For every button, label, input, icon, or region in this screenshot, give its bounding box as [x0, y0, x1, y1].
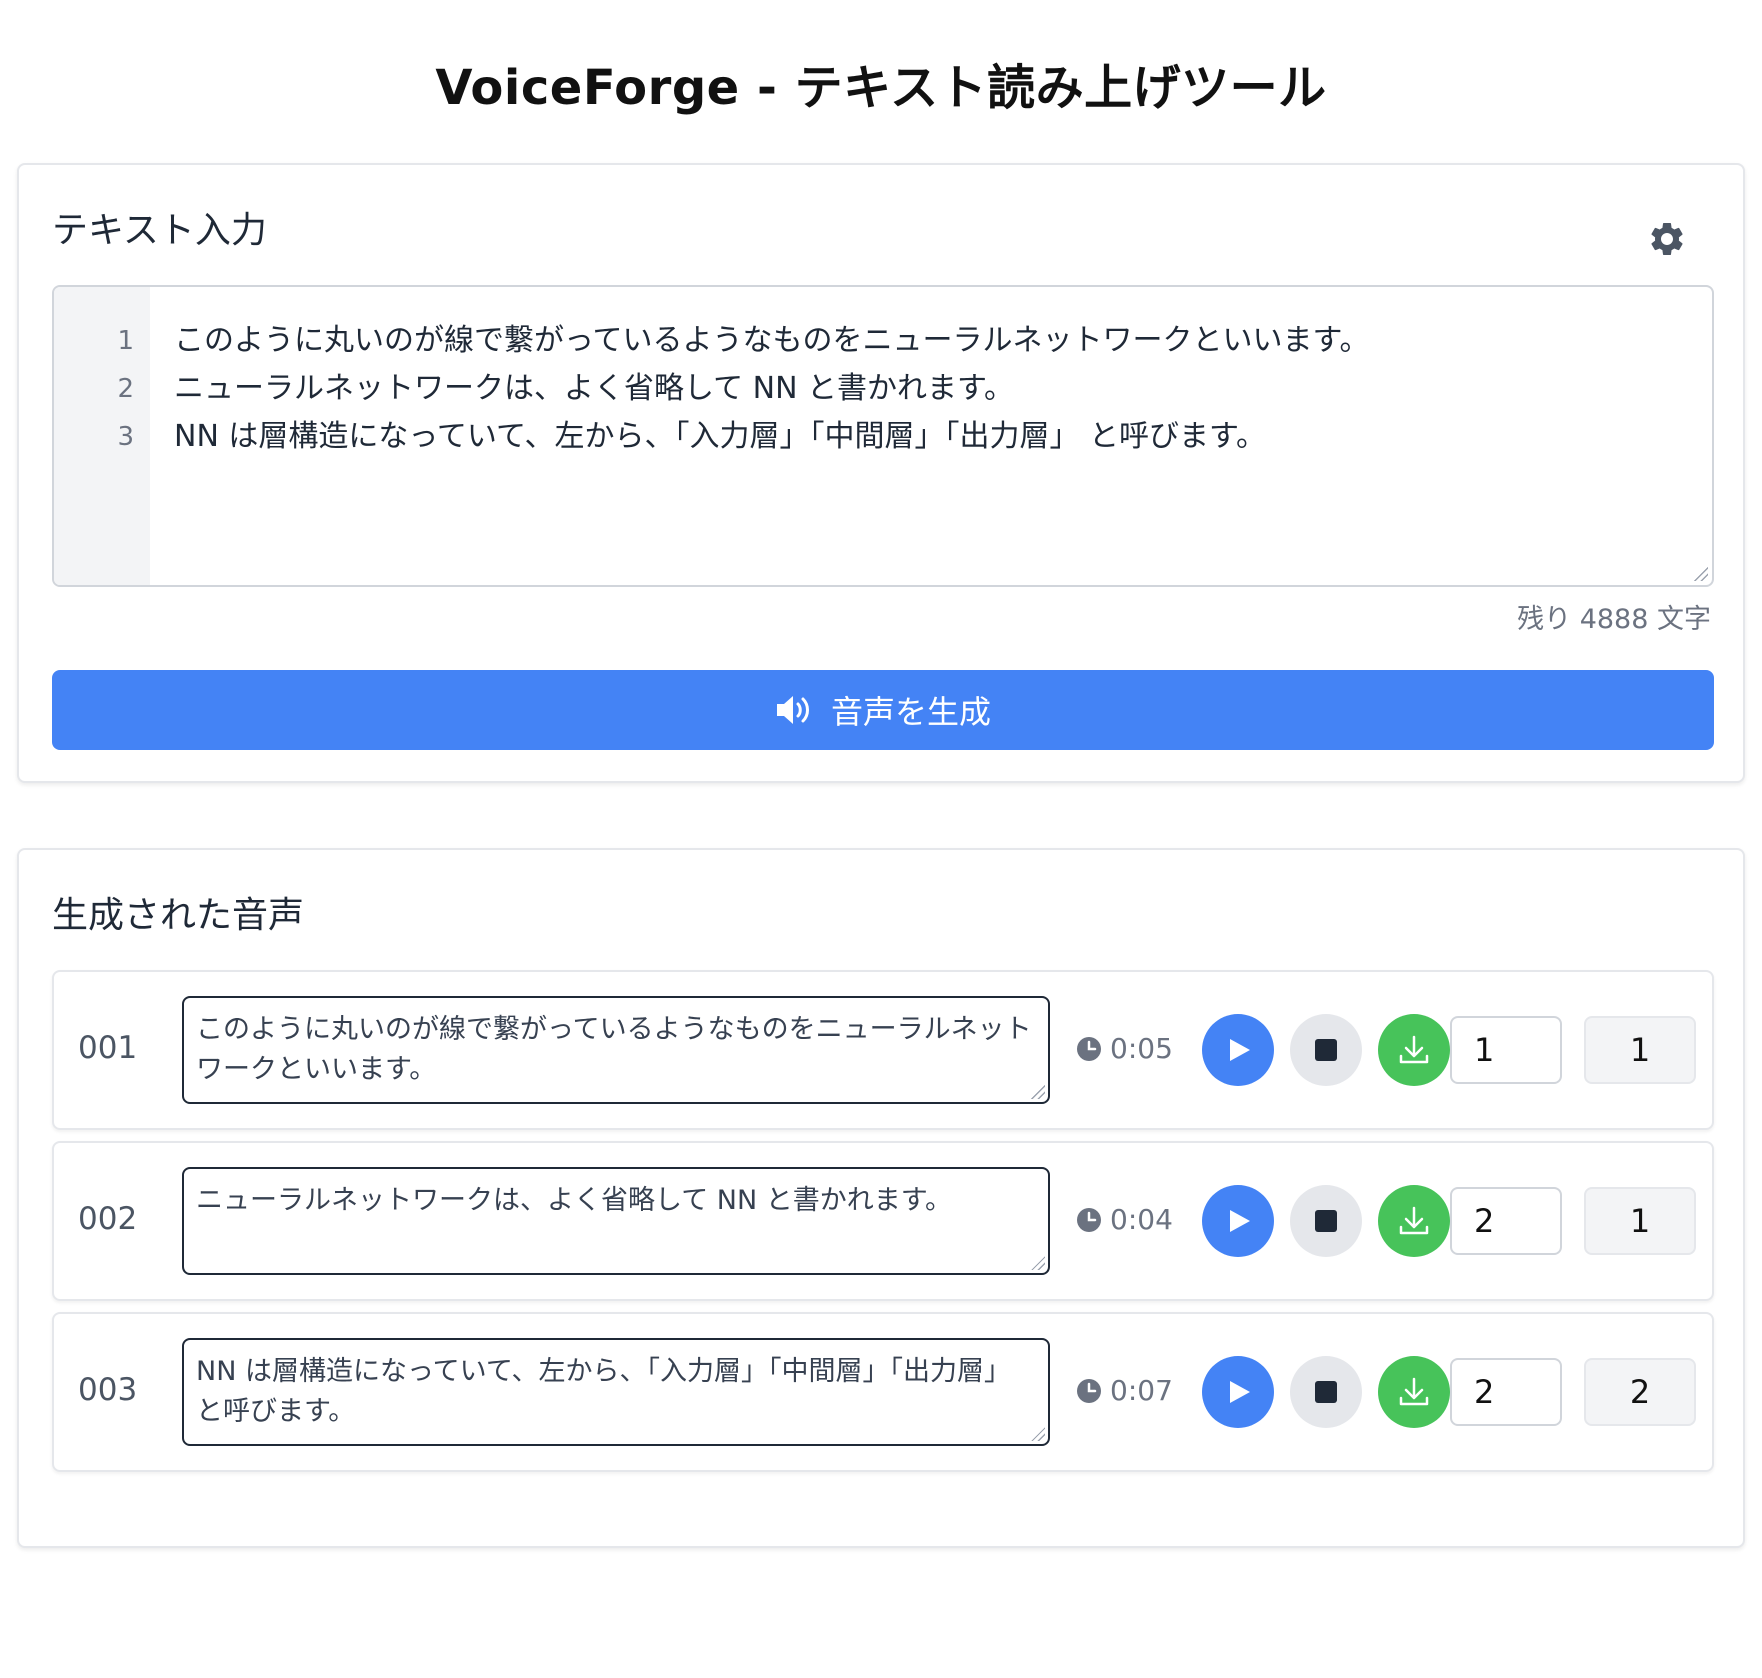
audio-row: 002 ニューラルネットワークは、よく省略して NN と書かれます。 0:04 [52, 1141, 1714, 1301]
row-id: 001 [78, 1030, 138, 1066]
line-number-gutter: 1 2 3 [54, 287, 150, 585]
generated-audio-title: 生成された音声 [52, 895, 305, 936]
download-icon [1399, 1377, 1429, 1406]
row-text-field[interactable]: このように丸いのが線で繋がっているようなものをニューラルネットワークといいます。 [182, 996, 1050, 1104]
audio-row: 001 このように丸いのが線で繋がっているようなものをニューラルネットワークとい… [52, 970, 1714, 1130]
remaining-chars-counter: 残り 4888 文字 [1517, 604, 1711, 635]
editor-line: このように丸いのが線で繋がっているようなものをニューラルネットワークといいます。 [174, 323, 1370, 358]
gear-icon [1651, 223, 1683, 255]
row-text: このように丸いのが線で繋がっているようなものをニューラルネットワークといいます。 [196, 1014, 1032, 1085]
speed-input[interactable] [1450, 1187, 1562, 1255]
play-button[interactable] [1202, 1356, 1274, 1428]
speed-input[interactable] [1450, 1016, 1562, 1084]
play-icon [1230, 1381, 1250, 1403]
text-input-title: テキスト入力 [52, 210, 267, 251]
duration: 0:07 [1076, 1374, 1173, 1407]
clock-icon [1077, 1036, 1101, 1061]
duration-text: 0:07 [1110, 1374, 1173, 1407]
row-text: ニューラルネットワークは、よく省略して NN と書かれます。 [196, 1185, 953, 1216]
stop-button[interactable] [1290, 1185, 1362, 1257]
speaker-icon [776, 696, 809, 724]
row-text: NN は層構造になっていて、左から、「入力層」「中間層」「出力層」 と呼びます。 [196, 1356, 1011, 1427]
line-number: 1 [117, 326, 134, 356]
line-number: 3 [117, 422, 134, 452]
generate-audio-label: 音声を生成 [830, 693, 991, 731]
line-number: 2 [117, 374, 134, 404]
speaker-id-field[interactable]: 1 [1584, 1187, 1696, 1255]
page-title: VoiceForge - テキスト読み上げツール [435, 60, 1327, 116]
generate-audio-button[interactable]: 音声を生成 [52, 670, 1714, 750]
speed-input[interactable] [1450, 1358, 1562, 1426]
resize-handle[interactable] [1031, 1085, 1045, 1099]
editor-text-area[interactable]: このように丸いのが線で繋がっているようなものをニューラルネットワークといいます。… [150, 287, 1712, 585]
text-input-card: テキスト入力 1 2 3 このように丸いのが線で繋がっているようなものをニューラ… [17, 163, 1745, 783]
play-icon [1230, 1210, 1250, 1232]
stop-icon [1315, 1039, 1337, 1061]
text-editor[interactable]: 1 2 3 このように丸いのが線で繋がっているようなものをニューラルネットワーク… [52, 285, 1714, 587]
download-button[interactable] [1378, 1014, 1450, 1086]
generated-audio-card: 生成された音声 001 このように丸いのが線で繋がっているようなものをニューラル… [17, 848, 1745, 1548]
row-id: 003 [78, 1372, 138, 1408]
page: VoiceForge - テキスト読み上げツール テキスト入力 1 2 3 この… [0, 0, 1762, 1678]
settings-button[interactable] [1643, 215, 1691, 263]
row-text-field[interactable]: NN は層構造になっていて、左から、「入力層」「中間層」「出力層」 と呼びます。 [182, 1338, 1050, 1446]
stop-button[interactable] [1290, 1014, 1362, 1086]
download-button[interactable] [1378, 1356, 1450, 1428]
resize-handle[interactable] [1694, 567, 1708, 581]
editor-line: ニューラルネットワークは、よく省略して NN と書かれます。 [174, 371, 1015, 406]
row-text-field[interactable]: ニューラルネットワークは、よく省略して NN と書かれます。 [182, 1167, 1050, 1275]
duration-text: 0:04 [1110, 1203, 1173, 1236]
download-icon [1399, 1035, 1429, 1064]
row-id: 002 [78, 1201, 138, 1237]
resize-handle[interactable] [1031, 1256, 1045, 1270]
play-button[interactable] [1202, 1014, 1274, 1086]
stop-button[interactable] [1290, 1356, 1362, 1428]
resize-handle[interactable] [1031, 1427, 1045, 1441]
duration: 0:04 [1076, 1203, 1173, 1236]
download-icon [1399, 1206, 1429, 1235]
speaker-id-field[interactable]: 1 [1584, 1016, 1696, 1084]
clock-icon [1077, 1378, 1101, 1403]
duration: 0:05 [1076, 1032, 1173, 1065]
stop-icon [1315, 1210, 1337, 1232]
duration-text: 0:05 [1110, 1032, 1173, 1065]
play-icon [1230, 1039, 1250, 1061]
audio-row: 003 NN は層構造になっていて、左から、「入力層」「中間層」「出力層」 と呼… [52, 1312, 1714, 1472]
download-button[interactable] [1378, 1185, 1450, 1257]
editor-line: NN は層構造になっていて、左から、「入力層」「中間層」「出力層」 と呼びます。 [174, 419, 1267, 454]
stop-icon [1315, 1381, 1337, 1403]
play-button[interactable] [1202, 1185, 1274, 1257]
speaker-id-field[interactable]: 2 [1584, 1358, 1696, 1426]
clock-icon [1077, 1207, 1101, 1232]
